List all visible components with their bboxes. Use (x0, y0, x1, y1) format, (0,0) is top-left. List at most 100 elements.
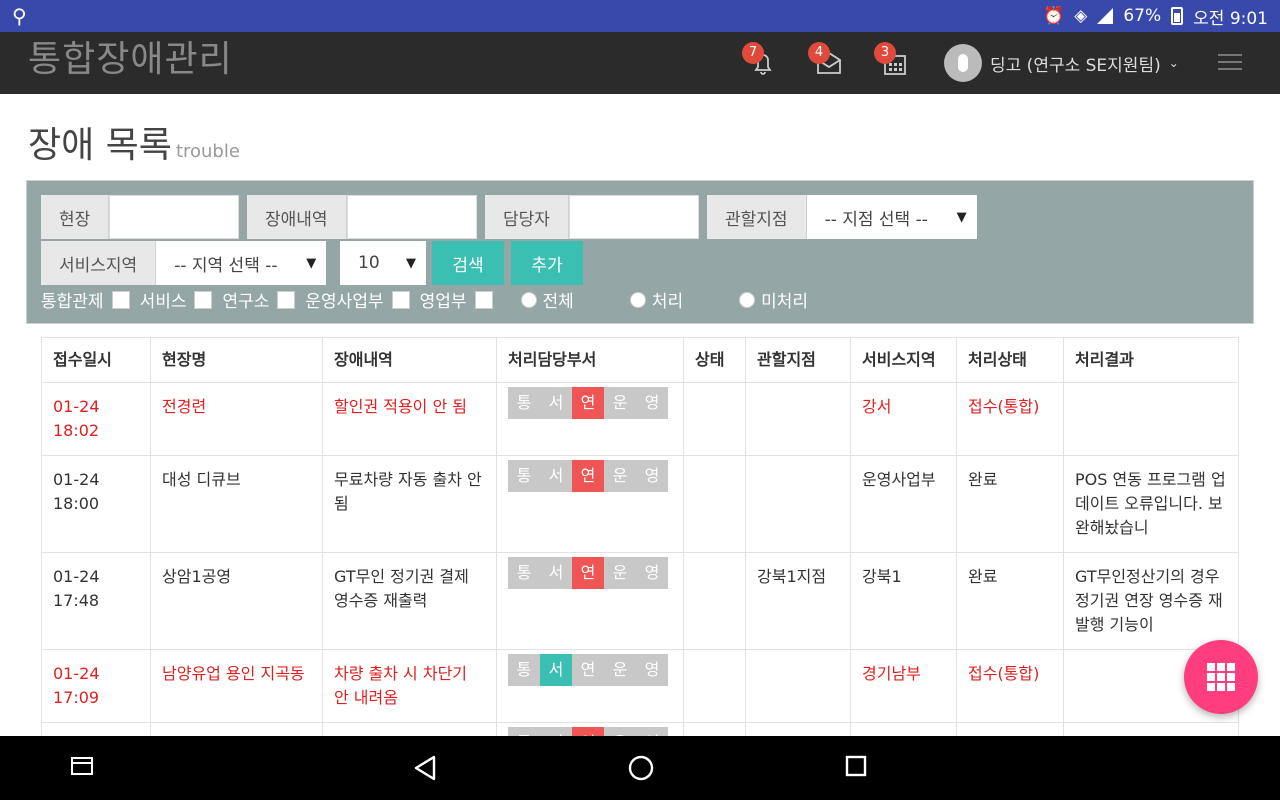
hamburger-menu-icon[interactable] (1218, 54, 1242, 72)
dept-badge[interactable]: 연 (572, 654, 604, 686)
brand-title[interactable]: 통합장애관리 (28, 30, 233, 82)
region-filter: 서비스지역 -- 지역 선택 -- ▼ (41, 241, 327, 285)
cell-trouble: 무료차량 자동 출차 안됨 (322, 455, 497, 553)
signal-icon (1097, 8, 1114, 24)
dept-badge[interactable]: 영 (636, 460, 668, 492)
home-icon[interactable] (627, 754, 655, 782)
dept-badge[interactable]: 영 (636, 387, 668, 419)
page-size-select[interactable]: 10 ▼ (340, 241, 426, 285)
dept-badge[interactable]: 서 (540, 460, 572, 492)
search-button[interactable]: 검색 (432, 241, 504, 285)
cell-proc: 접수(통합) (956, 649, 1064, 723)
cell-site: 대성 디큐브 (150, 455, 323, 553)
cell-site: 전경련 (150, 382, 323, 456)
wifi-icon: ◈ (1074, 6, 1088, 26)
col-site[interactable]: 현장명 (150, 337, 323, 383)
table-row[interactable]: 01-24 18:02 전경련 할인권 적용이 안 됨 통서연운영 강서 접수(통… (41, 382, 1239, 456)
cell-date: 01-24 (53, 567, 100, 586)
chevron-down-icon: ⌄ (1168, 56, 1179, 70)
col-branch[interactable]: 관할지점 (745, 337, 851, 383)
dept-badge[interactable]: 통 (508, 557, 540, 589)
cell-datetime: 01-24 18:02 (41, 382, 151, 456)
dept-badge[interactable]: 영 (636, 654, 668, 686)
table-row[interactable]: 01-24 18:00 대성 디큐브 무료차량 자동 출차 안됨 통서연운영 운영… (41, 455, 1239, 553)
radio-label-unprocessed: 미처리 (761, 292, 809, 312)
cell-region: 강서 (850, 382, 957, 456)
dept-badges: 통서연운영 (508, 654, 672, 686)
manager-label: 담당자 (485, 195, 569, 239)
back-icon[interactable] (412, 754, 438, 782)
dept-badge[interactable]: 서 (540, 557, 572, 589)
dept-badge-active[interactable]: 연 (572, 387, 604, 419)
cell-result: GT무인정산기의 경우 정기권 연장 영수증 재발행 기능이 (1063, 552, 1239, 650)
add-button[interactable]: 추가 (511, 241, 583, 285)
checkbox-control[interactable] (111, 290, 130, 309)
col-result[interactable]: 처리결과 (1063, 337, 1239, 383)
table-row[interactable]: 01-24 17:48 상암1공영 GT무인 정기권 결제 영수증 재출력 통서연… (41, 552, 1239, 650)
dept-badge[interactable]: 운 (604, 387, 636, 419)
dept-badge[interactable]: 서 (540, 387, 572, 419)
trouble-input[interactable] (346, 195, 477, 239)
dept-badge[interactable]: 운 (604, 460, 636, 492)
apps-fab-button[interactable] (1184, 640, 1258, 714)
col-trouble[interactable]: 장애내역 (322, 337, 497, 383)
app-header: 통합장애관리 7 4 3 딩고 (연구소 SE지원팀) ⌄ (0, 32, 1280, 94)
dept-badge[interactable]: 통 (508, 654, 540, 686)
checkbox-operation[interactable] (391, 290, 410, 309)
cell-datetime: 01-24 17:09 (41, 649, 151, 723)
dept-badge-active[interactable]: 서 (540, 654, 572, 686)
branch-label: 관할지점 (707, 195, 807, 239)
dept-badge[interactable]: 통 (508, 387, 540, 419)
checkbox-lab[interactable] (277, 290, 296, 309)
dept-badge[interactable]: 운 (604, 557, 636, 589)
branch-select[interactable]: -- 지점 선택 -- ▼ (806, 195, 977, 239)
dept-badge[interactable]: 운 (604, 654, 636, 686)
checkbox-sales[interactable] (474, 290, 493, 309)
cell-proc: 접수(통합) (956, 382, 1064, 456)
site-input[interactable] (109, 195, 240, 239)
checkbox-service[interactable] (194, 290, 213, 309)
cell-dept: 통서연운영 (496, 455, 684, 553)
cell-time: 18:00 (53, 494, 100, 513)
notification-badge: 7 (742, 42, 764, 64)
col-date[interactable]: 접수일시 (41, 337, 151, 383)
cell-branch (745, 382, 851, 456)
col-proc[interactable]: 처리상태 (956, 337, 1064, 383)
recent-window-icon[interactable] (70, 754, 94, 778)
table-row[interactable]: 01-24 17:09 남양유업 용인 지곡동 차량 출차 시 차단기 안 내려옴… (41, 649, 1239, 723)
messages-button[interactable]: 4 (808, 42, 844, 78)
col-dept[interactable]: 처리담당부서 (496, 337, 684, 383)
radio-label-all: 전체 (542, 292, 574, 312)
dept-badge[interactable]: 영 (636, 557, 668, 589)
check-label-sales: 영업부 (419, 292, 467, 312)
status-bar: ⚲ ⏰ ◈ 67% 오전 9:01 (0, 0, 1280, 32)
dept-badges: 통서연운영 (508, 460, 672, 492)
cell-result (1063, 382, 1239, 456)
trouble-table: 접수일시 현장명 장애내역 처리담당부서 상태 관할지점 서비스지역 처리상태 … (41, 337, 1239, 794)
region-select-value: -- 지역 선택 -- (174, 255, 278, 276)
radio-all[interactable] (520, 291, 537, 308)
dept-badge-active[interactable]: 연 (572, 557, 604, 589)
radio-processed[interactable] (629, 291, 646, 308)
overview-icon[interactable] (844, 754, 868, 778)
user-menu[interactable]: 딩고 (연구소 SE지원팀) ⌄ (944, 44, 1179, 82)
app-root: ⚲ ⏰ ◈ 67% 오전 9:01 통합장애관리 7 4 3 딩고 (연구소 S… (0, 0, 1280, 800)
col-status[interactable]: 상태 (683, 337, 746, 383)
table-header-row: 접수일시 현장명 장애내역 처리담당부서 상태 관할지점 서비스지역 처리상태 … (41, 337, 1239, 383)
radio-unprocessed[interactable] (739, 291, 756, 308)
manager-input[interactable] (568, 195, 699, 239)
dept-badge-active[interactable]: 연 (572, 460, 604, 492)
cell-status (683, 382, 746, 456)
cell-time: 18:02 (53, 421, 100, 440)
page-title: 장애 목록 trouble (28, 116, 240, 168)
notification-button[interactable]: 7 (742, 42, 778, 78)
calendar-button[interactable]: 3 (874, 42, 910, 78)
check-label-service: 서비스 (139, 292, 187, 312)
dropdown-arrow-icon: ▼ (956, 209, 967, 225)
messages-badge: 4 (808, 42, 830, 64)
region-select[interactable]: -- 지역 선택 -- ▼ (156, 241, 327, 285)
cell-trouble: 할인권 적용이 안 됨 (322, 382, 497, 456)
dept-badge[interactable]: 통 (508, 460, 540, 492)
col-region[interactable]: 서비스지역 (850, 337, 957, 383)
battery-percent: 67% (1123, 6, 1162, 26)
